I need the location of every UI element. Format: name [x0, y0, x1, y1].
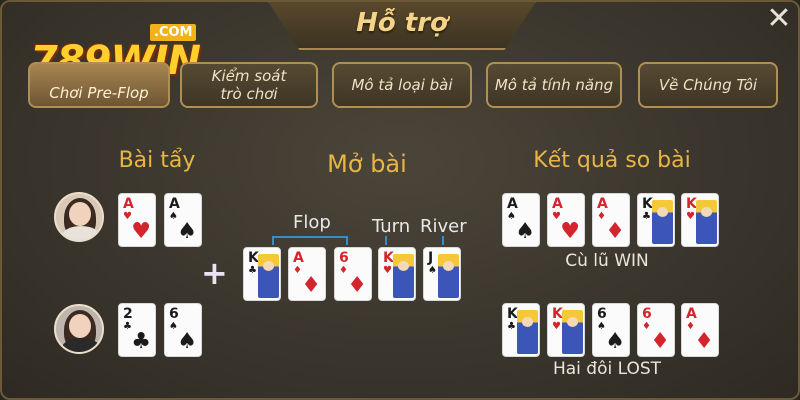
player-1-avatar: [54, 192, 104, 242]
card-suit-small: ♣: [642, 211, 651, 222]
card-suit-pip: ♠: [515, 219, 535, 244]
card-rank: A: [552, 196, 563, 212]
card-rank: 6: [169, 306, 179, 322]
flop-bracket: [272, 236, 348, 245]
card-rank: J: [428, 250, 434, 266]
card-rank: 2: [123, 306, 133, 322]
result-lost-card: K ♣: [502, 303, 540, 357]
card-rank: A: [507, 196, 518, 212]
tab-features[interactable]: Mô tả tính năng: [486, 62, 622, 108]
card-suit-small: ♥: [383, 265, 392, 276]
king-face-art: [517, 310, 538, 354]
board-card: A ♦ ♦: [288, 247, 326, 301]
card-rank: 6: [597, 306, 607, 322]
tab-label: Mô tả tính năng: [494, 76, 614, 94]
result-win-card: K ♥: [681, 193, 719, 247]
player-1-card: A ♠ ♠: [164, 193, 202, 247]
result-lost-card: 6 ♦ ♦: [637, 303, 675, 357]
king-face-art: [258, 254, 279, 298]
result-win-card: A ♦ ♦: [592, 193, 630, 247]
result-win-text: Cù lũ WIN: [565, 251, 649, 271]
card-suit-pip: ♠: [177, 329, 197, 354]
card-suit-pip: ♣: [131, 329, 151, 354]
card-rank: A: [123, 196, 134, 212]
player-2-avatar: [54, 304, 104, 354]
board-card: K ♣: [243, 247, 281, 301]
tab-game-control[interactable]: Kiểm soát trò chơi: [180, 62, 318, 108]
card-suit-pip: ♦: [605, 219, 625, 244]
plus-icon: +: [201, 254, 228, 292]
flop-label: Flop: [293, 212, 331, 233]
player-2-card: 2 ♣ ♣: [118, 303, 156, 357]
card-suit-small: ♣: [507, 321, 516, 332]
result-title: Kết quả so bài: [533, 148, 691, 173]
tab-label: Mô tả loại bài: [351, 76, 453, 94]
result-win-card: A ♥ ♥: [547, 193, 585, 247]
board-card: K ♥: [378, 247, 416, 301]
card-suit-pip: ♦: [650, 329, 670, 354]
board-card: J ♠: [423, 247, 461, 301]
card-suit-pip: ♥: [560, 219, 580, 244]
hole-cards-title: Bài tẩy: [118, 148, 196, 173]
card-suit-small: ♥: [686, 211, 695, 222]
tab-label: Kiểm soát trò chơi: [211, 67, 287, 103]
card-rank: 6: [642, 306, 652, 322]
card-rank: A: [293, 250, 304, 266]
king-face-art: [562, 310, 583, 354]
river-bracket: [442, 236, 444, 245]
board-card: 6 ♦ ♦: [334, 247, 372, 301]
result-lost-card: 6 ♠ ♠: [592, 303, 630, 357]
close-icon[interactable]: ✕: [762, 4, 796, 38]
player-2-card: 6 ♠ ♠: [164, 303, 202, 357]
result-win-card: K ♣: [637, 193, 675, 247]
card-suit-pip: ♦: [347, 273, 367, 298]
river-label: River: [420, 216, 467, 237]
board-title: Mở bài: [327, 150, 407, 178]
card-suit-small: ♣: [248, 265, 257, 276]
result-lost-text: Hai đôi LOST: [552, 359, 662, 379]
tab-hand-types[interactable]: Mô tả loại bài: [332, 62, 472, 108]
card-rank: A: [169, 196, 180, 212]
tab-label: Chơi Pre-Flop: [49, 84, 149, 102]
card-suit-pip: ♠: [177, 219, 197, 244]
result-lost-card: K ♥: [547, 303, 585, 357]
card-suit-small: ♥: [552, 321, 561, 332]
card-rank: A: [597, 196, 608, 212]
card-suit-pip: ♦: [301, 273, 321, 298]
card-suit-pip: ♥: [131, 219, 151, 244]
tab-label: Về Chúng Tôi: [658, 76, 758, 94]
dialog-title: Hỗ trợ: [356, 8, 448, 38]
card-suit-pip: ♦: [694, 329, 714, 354]
turn-bracket: [385, 236, 387, 245]
tab-pre-flop[interactable]: Chơi Pre-Flop: [28, 62, 170, 108]
card-rank: 6: [339, 250, 349, 266]
help-dialog: Hỗ trợ ✕ .COM 789WIN Chơi Pre-Flop Kiểm …: [0, 0, 800, 400]
player-1-card: A ♥ ♥: [118, 193, 156, 247]
card-rank: A: [686, 306, 697, 322]
turn-label: Turn: [372, 216, 411, 237]
king-face-art: [393, 254, 414, 298]
king-face-art: [438, 254, 459, 298]
result-lost-card: A ♦ ♦: [681, 303, 719, 357]
result-win-card: A ♠ ♠: [502, 193, 540, 247]
king-face-art: [652, 200, 673, 244]
king-face-art: [696, 200, 717, 244]
card-suit-small: ♠: [428, 265, 437, 276]
card-suit-pip: ♠: [605, 329, 625, 354]
tab-about-us[interactable]: Về Chúng Tôi: [638, 62, 778, 108]
